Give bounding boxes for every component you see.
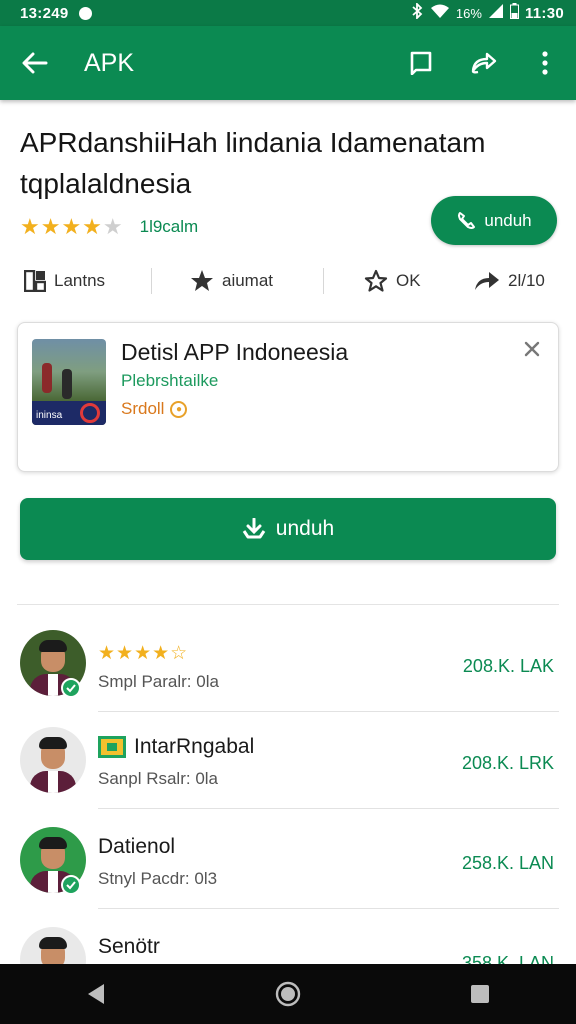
download-button-label: unduh bbox=[275, 517, 335, 540]
thumb-logo-icon bbox=[80, 403, 100, 423]
thumb-badge-text: ininsa bbox=[36, 410, 63, 421]
app-bar-title: APK bbox=[84, 48, 135, 77]
card-title: Detisl APP Indoneesia bbox=[121, 339, 349, 365]
app-bar: APK bbox=[0, 26, 576, 100]
stat-label: 2l/10 bbox=[508, 271, 545, 290]
star-icon bbox=[191, 270, 213, 291]
signal-icon bbox=[488, 3, 504, 23]
list-item-name: IntarRngabal bbox=[134, 735, 255, 758]
list-item[interactable]: Senötr 358.K. LAN bbox=[0, 909, 576, 964]
stat-label: OK bbox=[396, 271, 421, 290]
stat-label: aiumat bbox=[222, 271, 274, 290]
rating-count[interactable]: 1l9calm bbox=[140, 217, 199, 237]
verified-check-icon bbox=[61, 875, 81, 895]
more-vert-icon bbox=[542, 51, 548, 75]
rating-stars: ★★★★★ bbox=[20, 214, 124, 239]
avatar-hair bbox=[39, 837, 67, 849]
card-close-button[interactable] bbox=[520, 337, 544, 361]
rating-row: ★★★★★ 1l9calm bbox=[20, 214, 198, 240]
back-arrow-icon bbox=[22, 52, 48, 74]
list-item-price: 208.K. LRK bbox=[461, 753, 554, 773]
avatar-hair bbox=[39, 937, 67, 949]
notification-dot-icon bbox=[78, 6, 92, 20]
stat-label: Lantns bbox=[54, 271, 106, 290]
half-star-icon: ★ bbox=[102, 214, 124, 239]
nav-back-icon bbox=[88, 984, 104, 1004]
list-item-subtitle: Smpl Paralr: 0la bbox=[98, 672, 219, 691]
nav-home-button[interactable] bbox=[258, 964, 318, 1024]
bookmark-button[interactable] bbox=[390, 26, 452, 100]
detail-card[interactable]: ininsa Detisl APP Indoneesia Plebrshtail… bbox=[17, 322, 559, 472]
stats-row: Lantns aiumat OK 2l/10 bbox=[0, 258, 576, 304]
nav-recents-icon bbox=[471, 985, 489, 1003]
stat-lantns: Lantns bbox=[24, 270, 105, 292]
install-pill-button[interactable]: unduh bbox=[431, 196, 557, 245]
avatar-hair bbox=[39, 737, 67, 749]
battery-icon bbox=[509, 3, 519, 23]
thumb-figure bbox=[62, 369, 72, 399]
status-time: 13:249 bbox=[20, 4, 69, 22]
list-item-price: 358.K. LAN bbox=[461, 953, 554, 964]
avatar-collar bbox=[48, 871, 58, 893]
avatar-collar bbox=[48, 674, 58, 696]
section-divider bbox=[17, 604, 559, 605]
avatar bbox=[20, 727, 86, 793]
nav-back-button[interactable] bbox=[66, 964, 126, 1024]
status-clock: 11:30 bbox=[524, 4, 564, 22]
app-thumbnail: ininsa bbox=[32, 339, 106, 425]
list-item-name: Senötr bbox=[98, 935, 160, 958]
more-options-button[interactable] bbox=[514, 26, 576, 100]
list-item[interactable]: Datienol Stnyl Pacdr: 0l3 258.K. LAN bbox=[0, 809, 576, 909]
avatar-hair bbox=[39, 640, 67, 652]
share-button[interactable] bbox=[452, 26, 514, 100]
app-mini-icon bbox=[98, 736, 126, 758]
battery-percent: 16% bbox=[455, 5, 482, 21]
stat-divider bbox=[323, 268, 324, 294]
share-arrow-icon bbox=[475, 272, 499, 290]
status-bar: 13:249 16% 11:30 bbox=[0, 0, 576, 26]
list-item-stars: ★★★★☆ bbox=[98, 643, 189, 664]
avatar-collar bbox=[48, 771, 58, 793]
list-item-price: 258.K. LAN bbox=[461, 853, 554, 873]
list-item-price: 208.K. LAK bbox=[462, 656, 554, 676]
list-item-name-row: IntarRngabal bbox=[98, 735, 254, 759]
stat-aiumat: aiumat bbox=[190, 269, 273, 293]
thumb-figure bbox=[42, 363, 52, 393]
wifi-icon bbox=[430, 3, 450, 23]
list-item-name: Datienol bbox=[98, 835, 176, 858]
system-nav-bar bbox=[0, 964, 576, 1024]
app-bar-actions bbox=[390, 26, 576, 100]
card-meta-label: Srdoll bbox=[121, 399, 165, 418]
stat-ok: OK bbox=[364, 269, 421, 293]
card-meta: Srdoll ● bbox=[121, 399, 188, 419]
download-icon bbox=[242, 518, 266, 539]
nav-recents-button[interactable] bbox=[450, 964, 510, 1024]
grid-icon bbox=[24, 270, 46, 292]
stat-divider bbox=[151, 268, 152, 294]
list-item-subtitle: Sanpl Rsalr: 0la bbox=[98, 769, 219, 788]
list-item[interactable]: IntarRngabal Sanpl Rsalr: 0la 208.K. LRK bbox=[0, 709, 576, 809]
status-icons: 16% 11:30 bbox=[410, 1, 564, 23]
nav-home-icon bbox=[275, 981, 301, 1007]
share-icon bbox=[471, 52, 497, 74]
verified-check-icon bbox=[61, 678, 81, 698]
star-outline-icon bbox=[364, 269, 388, 292]
list-item[interactable]: ★★★★☆ Smpl Paralr: 0la 208.K. LAK bbox=[0, 612, 576, 712]
phone-download-icon bbox=[458, 211, 476, 229]
stat-share-count: 2l/10 bbox=[474, 270, 545, 292]
avatar bbox=[20, 927, 86, 964]
app-title: APRdanshiiHah lindania Idamenatam tqplal… bbox=[20, 127, 486, 199]
back-button[interactable] bbox=[0, 26, 70, 100]
bluetooth-icon bbox=[410, 1, 424, 23]
download-button[interactable]: unduh bbox=[20, 498, 556, 560]
list-item-subtitle: Stnyl Pacdr: 0l3 bbox=[98, 869, 218, 888]
card-subtitle: Plebrshtailke bbox=[121, 371, 219, 390]
info-circle-icon: ● bbox=[170, 400, 188, 418]
install-pill-label: unduh bbox=[484, 210, 532, 230]
bookmark-icon bbox=[410, 51, 432, 75]
close-icon bbox=[524, 341, 540, 357]
